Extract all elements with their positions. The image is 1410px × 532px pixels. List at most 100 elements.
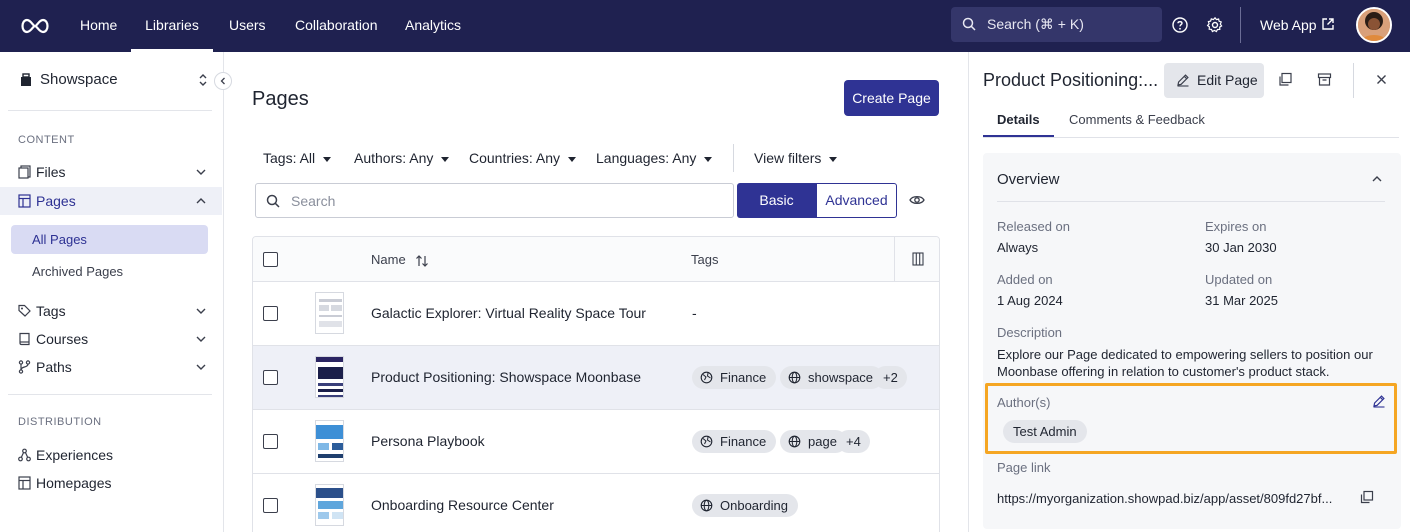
caret-down-icon [568,156,577,162]
more-tags-chip[interactable]: +4 [837,430,870,453]
page-name[interactable]: Onboarding Resource Center [371,497,554,513]
sidebar-item-files[interactable]: Files [0,158,222,186]
help-icon[interactable] [1171,16,1189,34]
global-search-input[interactable]: Search (⌘ + K) [951,7,1162,42]
finance-tag-icon [700,435,713,448]
sidebar-subitem-all-pages[interactable]: All Pages [11,225,208,254]
page-name[interactable]: Product Positioning: Showspace Moonbase [371,369,641,385]
row-checkbox[interactable] [263,370,278,385]
search-mode-advanced-button[interactable]: Advanced [816,183,897,218]
top-navigation-bar: Home Libraries Users Collaboration Analy… [0,0,1410,52]
pages-search-input[interactable] [291,184,721,217]
overview-title[interactable]: Overview [997,171,1060,188]
archive-icon[interactable] [1317,72,1332,87]
sidebar-item-paths[interactable]: Paths [0,353,222,381]
eye-icon[interactable] [909,193,925,207]
filter-label: Countries: Any [469,150,561,166]
search-mode-basic-button[interactable]: Basic [737,183,816,218]
view-filters-dropdown[interactable]: View filters [754,150,838,166]
search-icon [962,17,976,31]
tag-icon [18,304,31,317]
homepage-icon [18,476,31,490]
row-checkbox[interactable] [263,434,278,449]
more-tags-chip[interactable]: +2 [874,366,907,389]
column-header-tags[interactable]: Tags [691,252,718,267]
nav-collaboration[interactable]: Collaboration [295,0,378,52]
sidebar-item-experiences[interactable]: Experiences [0,441,222,469]
web-app-link[interactable]: Web App [1260,0,1317,50]
sidebar-item-courses[interactable]: Courses [0,325,222,353]
table-row[interactable]: Persona Playbook Finance page +4 [253,410,939,474]
section-distribution-label: DISTRIBUTION [18,416,102,428]
collapse-sidebar-button[interactable] [214,72,232,90]
workspace-name[interactable]: Showspace [40,71,118,88]
sidebar-item-label: Files [36,164,66,180]
sidebar-item-pages[interactable]: Pages [0,187,222,215]
create-page-button[interactable]: Create Page [844,80,939,116]
column-separator [894,237,895,282]
filter-label: Tags: All [263,150,316,166]
nav-home[interactable]: Home [80,0,117,52]
page-name[interactable]: Persona Playbook [371,433,485,449]
pencil-icon[interactable] [1372,394,1386,408]
chevron-up-icon[interactable] [1371,174,1383,184]
filter-languages-dropdown[interactable]: Languages: Any [596,150,713,166]
row-checkbox[interactable] [263,498,278,513]
tag-chip[interactable]: Finance [692,430,777,453]
sidebar-subitem-archived-pages[interactable]: Archived Pages [11,257,208,286]
tabs-divider [983,137,1399,138]
page-link-value[interactable]: https://myorganization.showpad.biz/app/a… [997,491,1347,506]
column-name-label: Name [371,252,406,267]
chevron-down-icon[interactable] [195,362,207,372]
table-row[interactable]: Product Positioning: Showspace Moonbase … [253,346,939,410]
tab-comments-feedback[interactable]: Comments & Feedback [1069,112,1205,127]
edit-page-button[interactable]: Edit Page [1164,63,1264,98]
tag-chip[interactable]: Finance [692,366,777,389]
filter-label: Languages: Any [596,150,697,166]
tab-details[interactable]: Details [997,112,1040,127]
page-thumbnail [315,420,344,462]
duplicate-icon[interactable] [1278,72,1293,87]
filter-authors-dropdown[interactable]: Authors: Any [354,150,450,166]
copy-icon[interactable] [1360,490,1374,504]
top-divider [1240,7,1241,43]
filter-countries-dropdown[interactable]: Countries: Any [469,150,577,166]
column-header-name[interactable]: Name [371,252,429,268]
expires-on-value: 30 Jan 2030 [1205,240,1277,255]
active-tab-indicator [983,135,1054,137]
workspace-switch-icon[interactable] [198,72,208,88]
tag-chip[interactable]: Onboarding [692,494,798,517]
pages-icon [18,194,31,208]
select-all-checkbox[interactable] [263,252,278,267]
chevron-down-icon[interactable] [195,167,207,177]
sidebar-item-tags[interactable]: Tags [0,297,222,325]
nav-users[interactable]: Users [229,0,266,52]
global-search-placeholder: Search (⌘ + K) [987,16,1084,32]
sidebar-item-label: Pages [36,193,76,209]
chevron-up-icon[interactable] [195,196,207,206]
chevron-down-icon[interactable] [195,334,207,344]
section-content-label: CONTENT [18,134,75,146]
external-link-icon[interactable] [1321,17,1335,31]
sort-icon[interactable] [415,254,429,268]
row-checkbox[interactable] [263,306,278,321]
user-avatar[interactable] [1356,7,1392,43]
close-icon[interactable] [1375,73,1388,86]
chevron-down-icon[interactable] [195,306,207,316]
tag-label: showspace [808,370,874,385]
expires-on-label: Expires on [1205,219,1267,234]
gear-icon[interactable] [1206,16,1224,34]
table-row[interactable]: Onboarding Resource Center Onboarding [253,474,939,532]
filter-label: Authors: Any [354,150,434,166]
columns-settings-icon[interactable] [912,252,924,266]
pages-search-field[interactable] [255,183,734,218]
table-row[interactable]: Galactic Explorer: Virtual Reality Space… [253,282,939,346]
nav-libraries[interactable]: Libraries [131,0,213,52]
filter-tags-dropdown[interactable]: Tags: All [263,150,332,166]
tag-chip[interactable]: showspace [780,366,884,389]
app-logo-icon[interactable] [18,14,52,38]
nav-analytics[interactable]: Analytics [405,0,461,52]
sidebar-item-homepages[interactable]: Homepages [0,469,222,497]
tag-label: Onboarding [720,498,788,513]
page-name[interactable]: Galactic Explorer: Virtual Reality Space… [371,305,646,321]
